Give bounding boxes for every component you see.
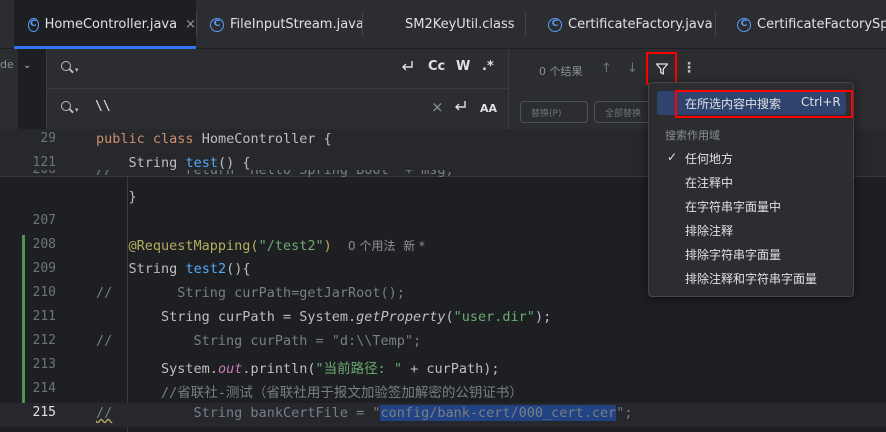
code-line: 213 System.out.println("当前路径: " + curPat… — [0, 355, 886, 379]
check-icon: ✓ — [667, 150, 678, 164]
code-text: // String curPath = "d:\\Temp"; — [96, 333, 422, 349]
selected-text[interactable]: config/bank-cert/000_cert.cer — [380, 405, 617, 421]
line-number: 212 — [32, 333, 56, 348]
tab-divider — [196, 12, 197, 36]
code-text: // String bankCertFile = "config/bank-ce… — [96, 405, 633, 421]
replace-history-icon[interactable]: ▾ — [61, 101, 79, 117]
code-text: } — [128, 189, 137, 205]
tab-label: SM2KeyUtil.class — [405, 17, 515, 32]
line-number: 209 — [32, 261, 56, 276]
tab-label: FileInputStream.java — [230, 17, 364, 32]
line-number: 208 — [32, 237, 56, 252]
java-class-icon: C — [210, 17, 224, 32]
result-count: 0 个结果 — [539, 65, 583, 78]
more-options-icon[interactable]: ⋮ — [682, 60, 696, 76]
code-text: // return "Hello Spring Boot" + msg; — [96, 170, 454, 178]
line-number: 215 — [32, 405, 56, 420]
menu-item-label: 在所选内容中搜索 — [685, 97, 782, 111]
whole-word-toggle[interactable]: W — [456, 59, 470, 74]
menu-item-in-string-literals[interactable]: 在字符串字面量中 — [685, 198, 781, 215]
previous-occurrence-icon[interactable]: ↑ — [601, 61, 612, 76]
tab-file-input-stream[interactable]: C FileInputStream.java — [210, 0, 364, 49]
code-text: @RequestMapping("/test2") 0 个用法 新 * — [128, 238, 425, 254]
replace-button[interactable]: 替换(P) — [520, 101, 588, 123]
tab-divider — [525, 12, 526, 36]
search-history-icon[interactable]: ▾ — [61, 61, 79, 77]
newline-icon[interactable] — [452, 98, 468, 118]
java-class-icon: C — [737, 17, 751, 32]
code-text: String test2(){ — [128, 261, 251, 277]
code-line-current: 215 // String bankCertFile = "config/ban… — [0, 403, 886, 427]
code-text: //省联社-测试（省联社用于报文加验签加解密的公钥证书） — [161, 385, 523, 401]
tab-home-controller[interactable]: C HomeController.java × — [14, 0, 196, 49]
tab-divider — [362, 12, 363, 36]
tab-label: CertificateFactory.java — [568, 17, 713, 32]
line-number: 213 — [32, 357, 56, 372]
menu-item-in-comments[interactable]: 在注释中 — [685, 174, 733, 191]
line-number: 206 — [22, 170, 56, 177]
match-case-toggle[interactable]: Cc — [428, 59, 445, 74]
java-class-icon: C — [548, 17, 562, 32]
replace-row: ▾ \\ × AA — [47, 89, 509, 129]
code-line: 212 // String curPath = "d:\\Temp"; — [0, 331, 886, 355]
tab-certificate-factory[interactable]: C CertificateFactory.java — [548, 0, 713, 49]
filter-icon — [655, 62, 668, 75]
editor-tab-bar: C HomeController.java × C FileInputStrea… — [0, 0, 886, 49]
find-replace-panel: ▾ Cc W .* ▾ \\ × AA — [46, 49, 509, 129]
menu-shortcut: Ctrl+R — [801, 95, 841, 109]
tab-sm2keyutil[interactable]: SM2KeyUtil.class — [385, 0, 515, 49]
tab-divider — [715, 12, 716, 36]
next-occurrence-icon[interactable]: ↓ — [627, 61, 638, 76]
filter-button[interactable] — [646, 52, 677, 85]
clear-icon[interactable]: × — [431, 98, 444, 116]
java-class-icon: C — [28, 17, 39, 32]
menu-item-except-string-literals[interactable]: 排除字符串字面量 — [685, 246, 781, 263]
menu-item-except-comments[interactable]: 排除注释 — [685, 222, 733, 239]
menu-section-header: 搜索作用域 — [665, 129, 720, 142]
regex-toggle[interactable]: .* — [482, 59, 494, 74]
code-line: 211 String curPath = System.getProperty(… — [0, 307, 886, 331]
newline-icon[interactable] — [399, 58, 415, 78]
class-file-icon — [385, 18, 399, 32]
usage-hint[interactable]: 0 个用法 新 * — [348, 239, 425, 253]
tab-label: HomeController.java — [44, 17, 178, 32]
find-row: ▾ Cc W .* — [47, 49, 509, 89]
line-number: 210 — [32, 285, 56, 300]
search-scope-popup: 在所选内容中搜索 Ctrl+R 搜索作用域 ✓ 任何地方 在注释中 在字符串字面… — [648, 82, 854, 297]
tab-label: CertificateFactorySpi.ja — [757, 17, 886, 32]
line-number: 211 — [32, 309, 56, 324]
preserve-case-toggle[interactable]: AA — [480, 102, 497, 115]
code-text: System.out.println("当前路径: " + curPath); — [161, 361, 500, 377]
code-text: public class HomeController { — [96, 131, 332, 147]
tab-certificate-factory-spi[interactable]: C CertificateFactorySpi.ja — [737, 0, 886, 49]
chevron-down-icon[interactable]: ⌄ — [23, 60, 31, 71]
code-line: 214 //省联社-测试（省联社用于报文加验签加解密的公钥证书） — [0, 379, 886, 403]
menu-item-except-comments-and-strings[interactable]: 排除注释和字符串字面量 — [685, 270, 817, 287]
menu-item-anywhere[interactable]: 任何地方 — [685, 150, 733, 167]
code-text: String test() { — [128, 155, 251, 171]
line-number: 214 — [32, 381, 56, 396]
line-number: 121 — [32, 155, 56, 170]
line-number: 29 — [40, 131, 56, 146]
left-strip-label: de — [0, 58, 14, 71]
line-number: 207 — [32, 213, 56, 228]
close-icon[interactable]: × — [185, 17, 196, 32]
code-text: // String curPath=getJarRoot(); — [96, 285, 405, 301]
code-text: String curPath = System.getProperty("use… — [161, 309, 552, 325]
replace-input[interactable]: \\ — [95, 99, 111, 114]
